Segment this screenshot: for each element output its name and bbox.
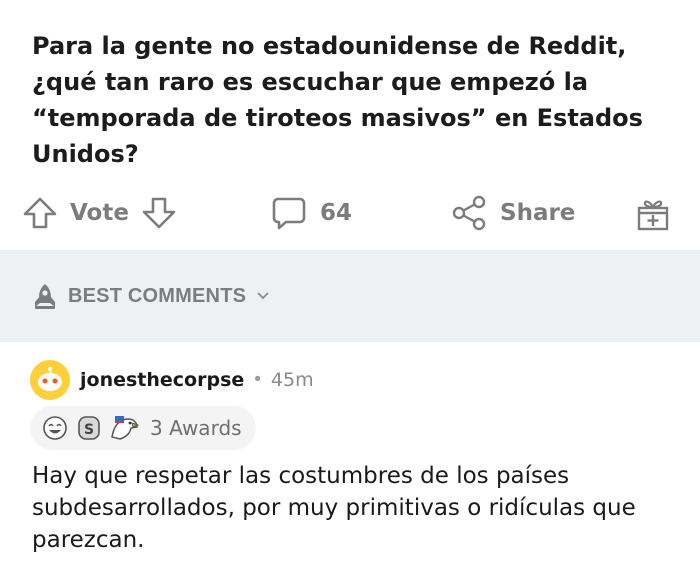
silver-award-icon: S <box>76 413 102 443</box>
gift-icon <box>633 193 673 233</box>
avatar[interactable] <box>30 360 70 400</box>
speech-bubble-icon <box>270 194 308 232</box>
post-action-bar: Vote 64 Share <box>0 190 700 236</box>
downvote-arrow-icon[interactable] <box>141 195 177 231</box>
share-button[interactable]: Share <box>450 190 575 236</box>
vote-group: Vote <box>22 190 177 236</box>
eagle-award-icon <box>108 413 140 443</box>
comment-username[interactable]: jonesthecorpse <box>80 369 244 391</box>
vote-label: Vote <box>70 200 129 226</box>
comment-timestamp: 45m <box>270 369 314 391</box>
comment-body: Hay que respetar las costumbres de los p… <box>32 463 636 553</box>
share-nodes-icon <box>450 194 488 232</box>
meta-separator: • <box>254 369 261 390</box>
svg-text:S: S <box>84 422 94 438</box>
post-title: Para la gente no estadounidense de Reddi… <box>32 32 643 168</box>
awards-count: 3 Awards <box>150 416 242 440</box>
laughing-face-award-icon <box>40 413 70 443</box>
rocket-icon <box>32 282 58 310</box>
comments-count: 64 <box>320 200 353 226</box>
share-label: Share <box>500 200 576 226</box>
upvote-arrow-icon[interactable] <box>22 195 58 231</box>
chevron-down-icon <box>256 291 270 301</box>
give-award-button[interactable] <box>633 190 673 236</box>
comments-button[interactable]: 64 <box>270 190 352 236</box>
comment-sort-dropdown[interactable]: BEST COMMENTS <box>32 282 270 310</box>
comment-sort-bar: BEST COMMENTS <box>0 250 700 342</box>
awards-pill[interactable]: S 3 Awards <box>30 406 256 450</box>
comment-header: jonesthecorpse • 45m <box>30 360 314 400</box>
sort-label: BEST COMMENTS <box>68 284 247 307</box>
